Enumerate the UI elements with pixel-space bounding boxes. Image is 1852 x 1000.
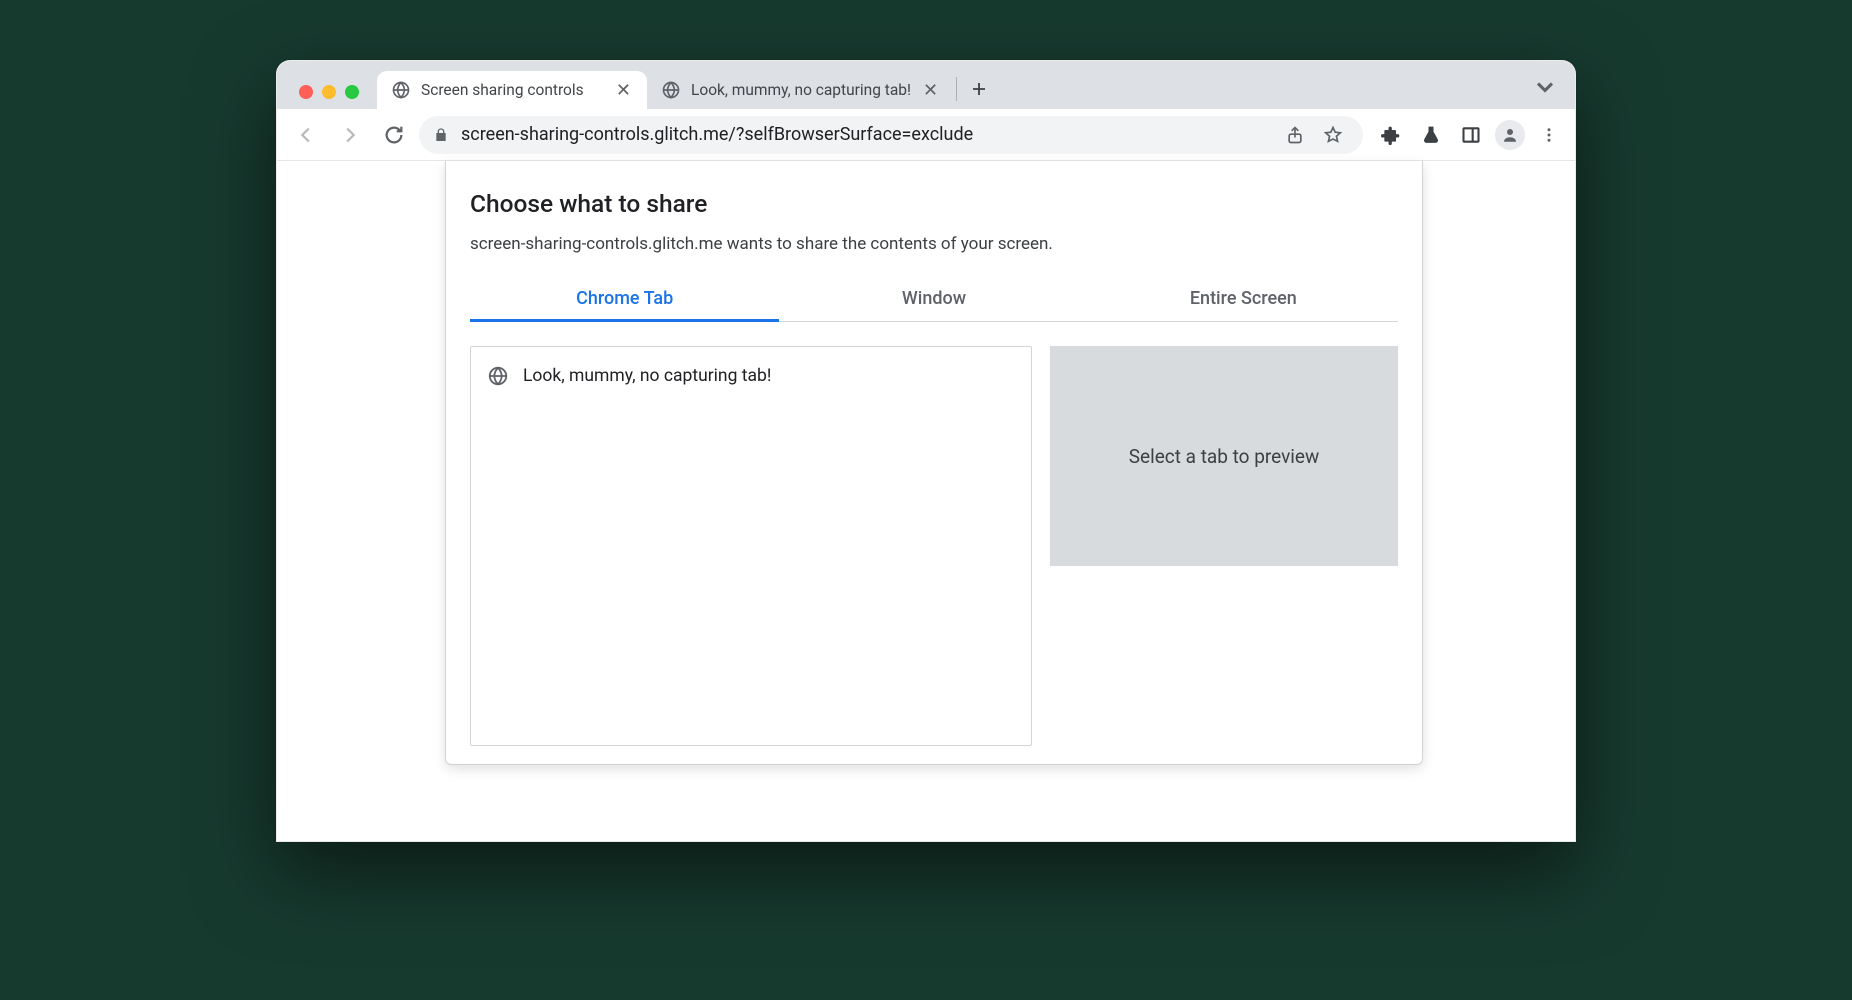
new-tab-button[interactable] [963, 73, 995, 105]
globe-icon [661, 80, 681, 100]
maximize-window[interactable] [345, 85, 359, 99]
close-window[interactable] [299, 85, 313, 99]
browser-tab-inactive[interactable]: Look, mummy, no capturing tab! ✕ [647, 71, 954, 109]
dialog-subtitle: screen-sharing-controls.glitch.me wants … [470, 234, 1398, 254]
forward-button[interactable] [331, 116, 369, 154]
toolbar-actions [1369, 119, 1565, 151]
tab-list-item[interactable]: Look, mummy, no capturing tab! [481, 357, 1021, 395]
tabs-menu-button[interactable] [1531, 73, 1559, 101]
toolbar: screen-sharing-controls.glitch.me/?selfB… [277, 109, 1575, 161]
window-controls [293, 85, 369, 109]
tab-list[interactable]: Look, mummy, no capturing tab! [470, 346, 1032, 746]
page-content: Choose what to share screen-sharing-cont… [277, 161, 1575, 841]
surface-body: Look, mummy, no capturing tab! Select a … [470, 322, 1398, 746]
tab-list-item-title: Look, mummy, no capturing tab! [523, 366, 771, 386]
close-icon[interactable]: ✕ [921, 80, 940, 101]
preview-pane: Select a tab to preview [1050, 346, 1398, 746]
back-button[interactable] [287, 116, 325, 154]
labs-icon[interactable] [1415, 119, 1447, 151]
browser-menu-button[interactable] [1533, 119, 1565, 151]
bookmark-icon[interactable] [1317, 119, 1349, 151]
profile-button[interactable] [1495, 120, 1525, 150]
tab-separator [956, 77, 957, 101]
dialog-title: Choose what to share [470, 189, 1398, 218]
surface-tab-entire-screen[interactable]: Entire Screen [1089, 274, 1398, 321]
surface-tab-chrome-tab[interactable]: Chrome Tab [470, 274, 779, 321]
browser-tab-title: Look, mummy, no capturing tab! [691, 81, 911, 99]
preview-placeholder: Select a tab to preview [1050, 346, 1398, 566]
browser-window: Screen sharing controls ✕ Look, mummy, n… [276, 60, 1576, 842]
browser-tab-active[interactable]: Screen sharing controls ✕ [377, 71, 647, 109]
browser-tab-title: Screen sharing controls [421, 81, 604, 99]
share-icon[interactable] [1279, 119, 1311, 151]
extensions-icon[interactable] [1375, 119, 1407, 151]
tab-strip: Screen sharing controls ✕ Look, mummy, n… [277, 61, 1575, 109]
share-dialog: Choose what to share screen-sharing-cont… [445, 161, 1423, 765]
side-panel-icon[interactable] [1455, 119, 1487, 151]
surface-tab-window[interactable]: Window [779, 274, 1088, 321]
reload-button[interactable] [375, 116, 413, 154]
tabs-wrap: Screen sharing controls ✕ Look, mummy, n… [369, 61, 1575, 109]
globe-icon [391, 80, 411, 100]
omnibox[interactable]: screen-sharing-controls.glitch.me/?selfB… [419, 116, 1363, 154]
minimize-window[interactable] [322, 85, 336, 99]
surface-tabs: Chrome Tab Window Entire Screen [470, 274, 1398, 322]
close-icon[interactable]: ✕ [614, 80, 633, 101]
globe-icon [487, 365, 509, 387]
lock-icon [433, 127, 449, 143]
tabstrip-right [1531, 73, 1575, 109]
omnibox-text: screen-sharing-controls.glitch.me/?selfB… [461, 124, 1267, 145]
